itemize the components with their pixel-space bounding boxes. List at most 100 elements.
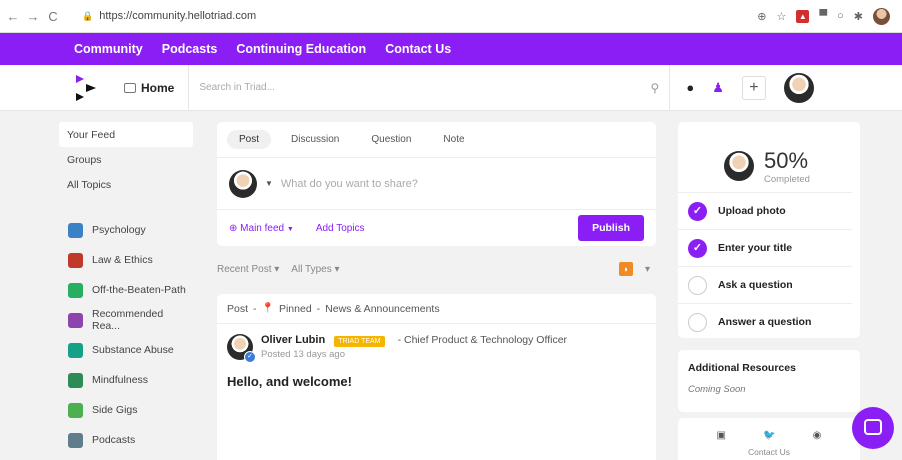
check-circle-icon: ✓	[688, 201, 707, 221]
sidebar-item-your-feed[interactable]: Your Feed	[59, 122, 193, 147]
topic-label: Substance Abuse	[92, 344, 174, 356]
search-icon[interactable]: ⚲	[651, 81, 660, 95]
sort-dropdown[interactable]: Recent Post ▾	[217, 264, 279, 275]
notifications-icon[interactable]: ♟	[712, 80, 724, 96]
globe-icon: ⊕	[229, 222, 238, 234]
cast-icon[interactable]: ⊕	[757, 10, 766, 23]
url-text: https://community.hellotriad.com	[99, 10, 257, 22]
publish-button[interactable]: Publish	[578, 215, 644, 241]
forward-button[interactable]: →	[26, 9, 40, 24]
separator: -	[253, 302, 257, 315]
completion-header: 50% Completed	[678, 122, 860, 192]
nav-continuing-education[interactable]: Continuing Education	[236, 42, 366, 56]
author-name[interactable]: Oliver Lubin	[261, 334, 325, 346]
add-topics-button[interactable]: Add Topics	[316, 223, 365, 234]
nav-podcasts[interactable]: Podcasts	[162, 42, 218, 56]
topic-recommended-reading[interactable]: Recommended Rea...	[59, 305, 193, 335]
topic-podcasts[interactable]: Podcasts	[59, 425, 193, 455]
browser-toolbar: ← → C 🔒 https://community.hellotriad.com…	[0, 0, 902, 33]
extensions-bar: ⊕ ☆ ▲ ▀ ○ ✱	[757, 7, 890, 25]
nav-community[interactable]: Community	[74, 42, 143, 56]
author-info: Oliver Lubin TRIAD TEAM - Chief Product …	[261, 334, 567, 360]
resources-subtitle: Coming Soon	[688, 384, 746, 395]
lock-icon: 🔒	[82, 10, 94, 21]
create-button[interactable]: +	[741, 75, 766, 100]
social-footer: ▣ 🐦 ◉ Contact Us	[678, 418, 860, 460]
tab-discussion[interactable]: Discussion	[279, 130, 351, 149]
empty-circle-icon	[688, 275, 707, 295]
topic-label: Side Gigs	[92, 404, 138, 416]
topic-label: Law & Ethics	[92, 254, 153, 266]
step-upload-photo[interactable]: ✓ Upload photo	[678, 192, 852, 229]
home-icon	[124, 82, 136, 93]
back-button[interactable]: ←	[6, 9, 20, 24]
cash-icon	[68, 402, 83, 418]
topic-mindfulness[interactable]: Mindfulness	[59, 365, 193, 395]
rss-icon[interactable]: ◗	[618, 262, 633, 276]
step-answer-question[interactable]: Answer a question	[678, 303, 852, 340]
post-kind: Post	[227, 302, 249, 315]
note-extension-icon[interactable]: ▀	[819, 10, 827, 22]
caret-down-icon[interactable]: ▼	[265, 179, 273, 188]
topic-label: Podcasts	[92, 434, 136, 446]
home-label: Home	[141, 80, 175, 95]
tab-question[interactable]: Question	[359, 130, 423, 149]
nav-contact-us[interactable]: Contact Us	[385, 42, 451, 56]
post-composer: Post Discussion Question Note ▼ What do …	[217, 122, 656, 246]
home-button[interactable]: Home	[124, 81, 174, 95]
reload-button[interactable]: C	[46, 9, 60, 24]
address-bar[interactable]: 🔒 https://community.hellotriad.com	[74, 5, 758, 27]
search-input[interactable]: Search in Triad... ⚲	[188, 64, 671, 111]
app-header: Home Search in Triad... ⚲ ● ♟ +	[0, 64, 902, 111]
step-label: Enter your title	[718, 242, 793, 254]
github-icon[interactable]: ◉	[813, 430, 822, 441]
contact-link[interactable]: Contact Us	[678, 447, 860, 457]
profile-completion-card: 50% Completed ✓ Upload photo ✓ Enter you…	[678, 122, 860, 338]
post-category[interactable]: News & Announcements	[325, 303, 439, 315]
type-dropdown[interactable]: All Types ▾	[291, 264, 339, 275]
star-icon[interactable]: ☆	[776, 10, 786, 23]
chat-bubble-icon	[864, 419, 882, 435]
pills-icon	[68, 342, 83, 358]
topic-substance-abuse[interactable]: Substance Abuse	[59, 335, 193, 365]
step-ask-question[interactable]: Ask a question	[678, 266, 852, 303]
author-avatar[interactable]: ✓	[227, 334, 256, 363]
pin-icon: 📍	[261, 303, 274, 314]
topic-side-gigs[interactable]: Side Gigs	[59, 395, 193, 425]
post-author: ✓ Oliver Lubin TRIAD TEAM - Chief Produc…	[217, 324, 656, 363]
step-label: Answer a question	[718, 316, 812, 328]
verified-check-icon: ✓	[244, 351, 256, 363]
composer-tabs: Post Discussion Question Note	[217, 122, 656, 158]
puzzle-extension-icon[interactable]: ✱	[854, 10, 863, 23]
messages-icon[interactable]: ●	[686, 80, 694, 95]
pdf-extension-icon[interactable]: ▲	[796, 9, 810, 23]
user-avatar[interactable]	[783, 72, 814, 103]
sidebar-item-all-topics[interactable]: All Topics	[59, 172, 193, 197]
sidebar-item-groups[interactable]: Groups	[59, 147, 193, 172]
topic-off-the-beaten-path[interactable]: Off-the-Beaten-Path	[59, 275, 193, 305]
step-enter-title[interactable]: ✓ Enter your title	[678, 229, 852, 266]
pinned-label: Pinned	[278, 302, 312, 315]
chat-launcher-button[interactable]	[852, 407, 894, 449]
circle-extension-icon[interactable]: ○	[837, 10, 844, 22]
tab-note[interactable]: Note	[431, 130, 476, 149]
tab-post[interactable]: Post	[227, 130, 272, 149]
composer-avatar	[229, 169, 257, 198]
post-card: Post - 📍 Pinned - News & Announcements ✓…	[217, 294, 656, 460]
progress-avatar	[724, 151, 754, 181]
resources-title: Additional Resources	[688, 362, 796, 374]
topic-psychology[interactable]: Psychology	[59, 215, 193, 245]
social-icons: ▣ 🐦 ◉	[678, 418, 860, 441]
topic-law-ethics[interactable]: Law & Ethics	[59, 245, 193, 275]
feed-filters: Recent Post ▾ All Types ▾ ◗ ▾	[217, 262, 656, 276]
search-placeholder: Search in Triad...	[199, 82, 275, 93]
post-title[interactable]: Hello, and welcome!	[217, 360, 656, 403]
browser-profile-avatar[interactable]	[873, 7, 890, 25]
twitter-icon[interactable]: 🐦	[763, 430, 775, 441]
linkedin-icon[interactable]: ▣	[717, 430, 726, 441]
triad-logo[interactable]	[74, 73, 100, 103]
share-input[interactable]: ▼ What do you want to share?	[217, 158, 656, 210]
main-feed-dropdown[interactable]: ⊕ Main feed ▼	[229, 223, 294, 234]
role-text: Chief Product & Technology Officer	[404, 334, 568, 346]
rss-caret-icon[interactable]: ▾	[645, 264, 650, 275]
